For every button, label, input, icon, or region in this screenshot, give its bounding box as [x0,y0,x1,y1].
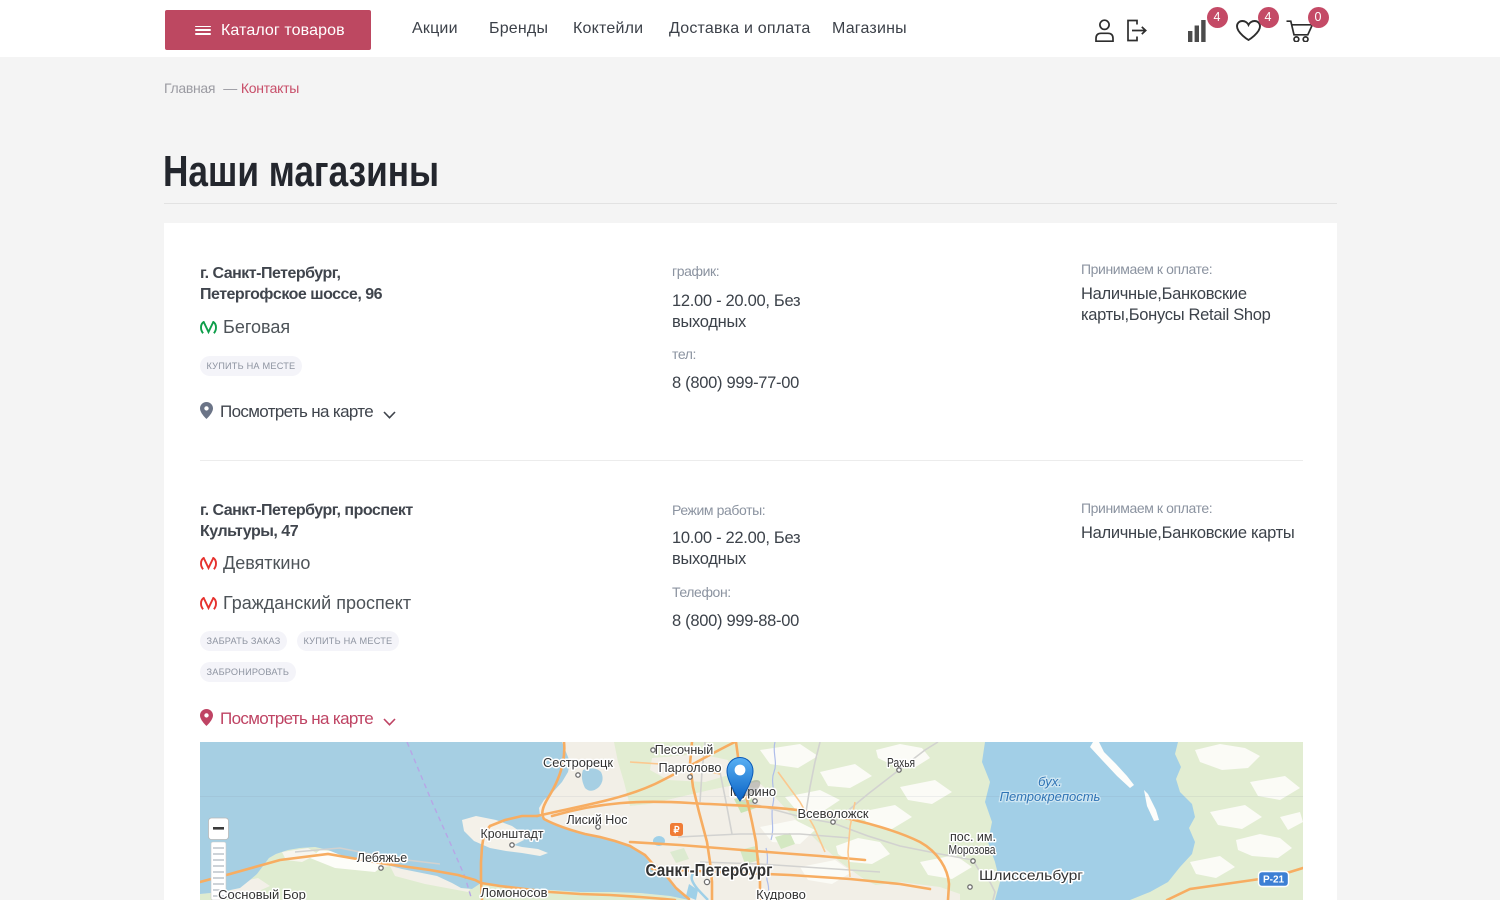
svg-text:Петрокрепость: Петрокрепость [1000,789,1101,804]
svg-text:Морозова: Морозова [949,843,996,857]
svg-text:Всеволожск: Всеволожск [798,806,869,821]
svg-text:Кронштадт: Кронштадт [481,826,544,841]
svg-text:₽: ₽ [673,825,680,836]
svg-text:Санкт-Петербург: Санкт-Петербург [646,860,773,880]
svg-text:Сосновый Бор: Сосновый Бор [218,887,306,900]
svg-text:Песочный: Песочный [655,743,713,757]
svg-text:Р-21: Р-21 [1263,875,1285,886]
svg-text:Сестрорецк: Сестрорецк [543,755,613,770]
svg-text:бух.: бух. [1038,774,1062,789]
svg-text:Парголово: Парголово [659,760,722,775]
svg-text:Ломоносов: Ломоносов [480,885,547,900]
svg-text:Лебяжье: Лебяжье [357,851,408,865]
svg-text:пос. им.: пос. им. [950,830,996,844]
svg-text:Кудрово: Кудрово [756,887,806,900]
svg-text:Шлиссельбург: Шлиссельбург [979,868,1083,883]
svg-text:Рахья: Рахья [887,756,915,770]
